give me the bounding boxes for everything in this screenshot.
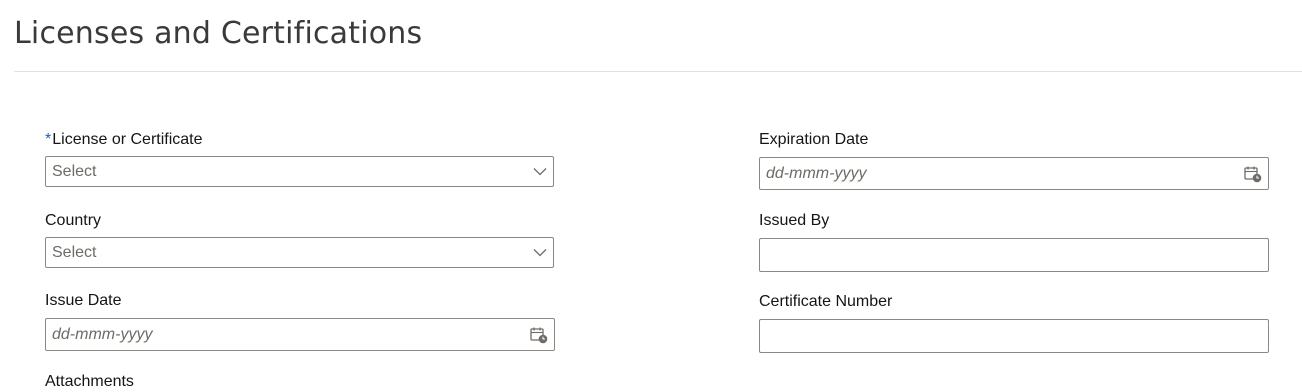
required-indicator: * — [45, 131, 52, 148]
page-title: Licenses and Certifications — [14, 16, 423, 51]
certificate-number-field: Certificate Number — [759, 292, 1269, 354]
chevron-down-icon[interactable] — [527, 238, 553, 267]
country-select-value: Select — [52, 243, 97, 261]
issue-date-placeholder: dd-mmm-yyyy — [52, 325, 153, 343]
country-label: Country — [45, 212, 102, 229]
calendar-icon[interactable] — [524, 319, 554, 350]
license-field: *License or Certificate Select — [45, 130, 554, 190]
issue-date-input[interactable]: dd-mmm-yyyy — [45, 318, 555, 351]
expiration-date-input[interactable]: dd-mmm-yyyy — [759, 157, 1269, 190]
issued-by-input[interactable] — [759, 238, 1269, 272]
country-select[interactable]: Select — [45, 237, 554, 268]
country-field: Country Select — [45, 211, 554, 271]
certificate-number-input[interactable] — [759, 319, 1269, 353]
chevron-down-icon[interactable] — [527, 157, 553, 186]
attachments-label: Attachments — [45, 373, 134, 390]
license-label-text: License or Certificate — [52, 131, 203, 148]
license-label: *License or Certificate — [45, 130, 554, 150]
expiration-date-label: Expiration Date — [759, 131, 869, 148]
issue-date-label: Issue Date — [45, 292, 122, 309]
expiration-date-field: Expiration Date dd-mmm-yyyy — [759, 130, 1269, 190]
issued-by-field: Issued By — [759, 211, 1269, 273]
certificate-number-label: Certificate Number — [759, 293, 893, 310]
calendar-icon[interactable] — [1238, 158, 1268, 189]
header-divider — [14, 71, 1302, 72]
issue-date-field: Issue Date dd-mmm-yyyy — [45, 291, 555, 353]
license-select-value: Select — [52, 162, 97, 180]
issued-by-label: Issued By — [759, 212, 830, 229]
expiration-date-placeholder: dd-mmm-yyyy — [766, 164, 867, 182]
license-select[interactable]: Select — [45, 156, 554, 187]
